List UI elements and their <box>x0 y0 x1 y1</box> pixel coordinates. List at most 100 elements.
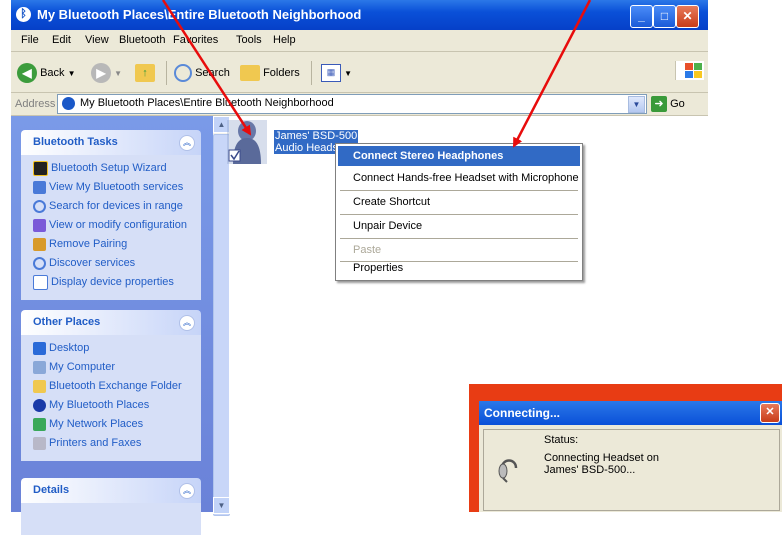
bluetooth-tasks-panel: Bluetooth Tasks ︽ Bluetooth Setup Wizard… <box>21 130 201 300</box>
go-arrow-icon: ➜ <box>651 96 667 113</box>
minimize-button[interactable]: _ <box>630 5 653 28</box>
back-arrow-icon: ◀ <box>17 63 37 84</box>
menu-tools[interactable]: Tools <box>236 34 262 46</box>
menu-file[interactable]: File <box>21 34 39 46</box>
place-label: My Computer <box>49 361 116 373</box>
address-dropdown-icon[interactable]: ▼ <box>628 96 645 113</box>
dialog-body: Status: Connecting Headset on James' BSD… <box>483 429 780 511</box>
views-dropdown-icon[interactable]: ▼ <box>344 69 352 78</box>
folders-label: Folders <box>263 67 300 79</box>
dialog-close-button[interactable]: ✕ <box>760 403 780 423</box>
task-label: Discover services <box>49 257 136 269</box>
menu-separator <box>340 238 578 239</box>
bluetooth-places-icon <box>62 97 75 110</box>
bluetooth-tasks-header[interactable]: Bluetooth Tasks ︽ <box>21 130 201 155</box>
details-header[interactable]: Details ︽ <box>21 478 201 503</box>
collapse-chevron-icon[interactable]: ︽ <box>179 135 195 151</box>
forward-button[interactable]: ▶ ▼ <box>91 62 122 84</box>
task-pane: Bluetooth Tasks ︽ Bluetooth Setup Wizard… <box>11 116 213 535</box>
menu-unpair-device[interactable]: Unpair Device <box>338 216 580 236</box>
desktop-icon <box>33 341 46 355</box>
headset-icon <box>498 459 518 483</box>
maximize-button[interactable]: □ <box>653 5 676 28</box>
title-bar[interactable]: ᛒ My Bluetooth Places\Entire Bluetooth N… <box>11 0 708 30</box>
other-places-header[interactable]: Other Places ︽ <box>21 310 201 335</box>
task-view-services[interactable]: View My Bluetooth services <box>33 178 193 197</box>
discover-icon <box>33 256 46 270</box>
up-folder-icon: ↑ <box>135 64 155 82</box>
remove-pairing-icon <box>33 237 46 251</box>
collapse-chevron-icon[interactable]: ︽ <box>179 315 195 331</box>
collapse-chevron-icon[interactable]: ︽ <box>179 483 195 499</box>
up-folder-button[interactable]: ↑ <box>135 62 155 84</box>
task-remove-pairing[interactable]: Remove Pairing <box>33 235 193 254</box>
dialog-title-bar[interactable]: Connecting... ✕ <box>479 401 782 425</box>
place-my-computer[interactable]: My Computer <box>33 358 193 377</box>
search-icon <box>174 64 192 83</box>
folders-icon <box>240 65 260 82</box>
other-places-list: Desktop My Computer Bluetooth Exchange F… <box>21 335 201 461</box>
task-label: Display device properties <box>51 276 174 288</box>
go-label: Go <box>670 98 685 110</box>
menu-view[interactable]: View <box>85 34 109 46</box>
close-button[interactable]: ✕ <box>676 5 699 28</box>
menu-paste: Paste <box>353 244 382 256</box>
menu-help[interactable]: Help <box>273 34 296 46</box>
scroll-down-icon[interactable]: ▼ <box>213 497 230 514</box>
task-label: Search for devices in range <box>49 200 183 212</box>
place-printers-faxes[interactable]: Printers and Faxes <box>33 434 193 453</box>
status-label: Status: <box>544 434 579 446</box>
task-pane-scrollbar[interactable]: ▲ ▼ <box>213 116 230 516</box>
task-label: Bluetooth Setup Wizard <box>51 162 167 174</box>
search-label: Search <box>195 67 230 79</box>
folders-button[interactable]: Folders <box>240 62 300 84</box>
place-desktop[interactable]: Desktop <box>33 339 193 358</box>
address-input[interactable]: My Bluetooth Places\Entire Bluetooth Nei… <box>57 94 647 114</box>
address-bar: Address My Bluetooth Places\Entire Bluet… <box>11 93 708 116</box>
menu-connect-stereo-headphones[interactable]: Connect Stereo Headphones <box>338 146 580 166</box>
forward-dropdown-icon[interactable]: ▼ <box>114 69 122 78</box>
place-my-bluetooth-places[interactable]: My Bluetooth Places <box>33 396 193 415</box>
go-button[interactable]: ➜ Go <box>651 95 685 113</box>
bluetooth-tasks-list: Bluetooth Setup Wizard View My Bluetooth… <box>21 155 201 300</box>
task-label: View My Bluetooth services <box>49 181 184 193</box>
task-display-properties[interactable]: Display device properties <box>33 273 193 292</box>
place-my-network-places[interactable]: My Network Places <box>33 415 193 434</box>
connecting-dialog-frame: Connecting... ✕ Status: Connecting Heads… <box>469 384 782 512</box>
toolbar-separator <box>166 61 167 85</box>
address-label: Address <box>15 98 56 110</box>
panel-title: Other Places <box>33 316 101 328</box>
scrollbar-thumb[interactable] <box>213 134 230 516</box>
place-label: Printers and Faxes <box>49 437 142 449</box>
task-bluetooth-setup-wizard[interactable]: Bluetooth Setup Wizard <box>33 159 193 178</box>
network-icon <box>33 417 46 431</box>
address-value: My Bluetooth Places\Entire Bluetooth Nei… <box>80 97 334 109</box>
toolbar-separator <box>311 61 312 85</box>
menu-separator <box>340 214 578 215</box>
config-icon <box>33 218 46 232</box>
menu-properties[interactable]: Properties <box>338 258 580 278</box>
bluetooth-icon <box>33 398 46 412</box>
back-button[interactable]: ◀ Back ▼ <box>17 62 76 84</box>
back-dropdown-icon[interactable]: ▼ <box>68 69 76 78</box>
properties-icon <box>33 274 48 290</box>
task-view-configuration[interactable]: View or modify configuration <box>33 216 193 235</box>
place-label: Desktop <box>49 342 90 354</box>
forward-arrow-icon: ▶ <box>91 63 111 84</box>
menu-create-shortcut[interactable]: Create Shortcut <box>338 192 580 212</box>
menu-connect-handsfree-headset[interactable]: Connect Hands-free Headset with Micropho… <box>338 168 580 188</box>
menu-bluetooth[interactable]: Bluetooth <box>119 34 165 46</box>
task-label: Remove Pairing <box>49 238 128 250</box>
views-icon: ▦ <box>321 64 341 83</box>
task-search-devices[interactable]: Search for devices in range <box>33 197 193 216</box>
context-menu: Connect Stereo Headphones Connect Hands-… <box>335 143 583 281</box>
views-button[interactable]: ▦ ▼ <box>321 62 352 84</box>
headset-device-icon[interactable] <box>227 120 267 164</box>
search-button[interactable]: Search <box>174 62 230 84</box>
place-exchange-folder[interactable]: Bluetooth Exchange Folder <box>33 377 193 396</box>
panel-title: Bluetooth Tasks <box>33 136 118 148</box>
menu-edit[interactable]: Edit <box>52 34 71 46</box>
task-discover-services[interactable]: Discover services <box>33 254 193 273</box>
menu-favorites[interactable]: Favorites <box>173 34 218 46</box>
menu-bar: File Edit View Bluetooth Favorites Tools… <box>11 30 708 80</box>
